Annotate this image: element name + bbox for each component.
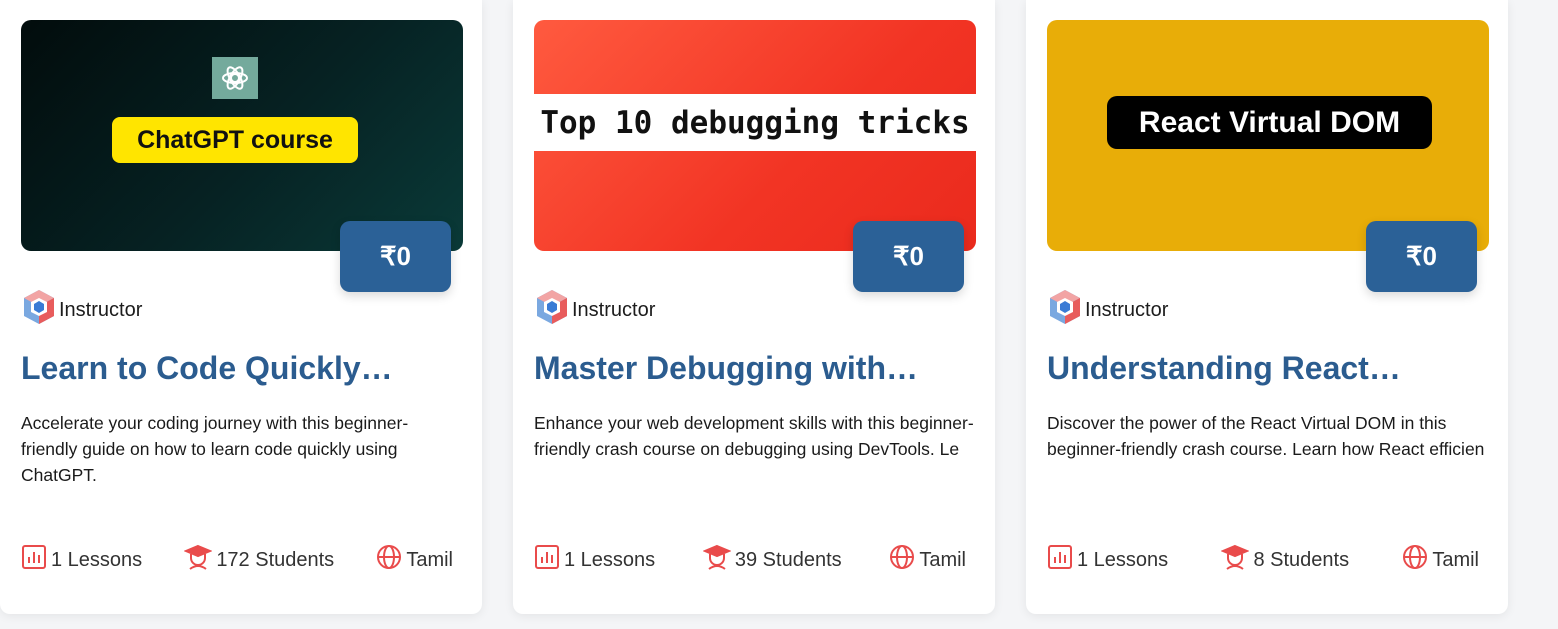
instructor-label: Instructor <box>59 298 143 321</box>
students-count: 8 Students <box>1220 543 1350 577</box>
course-description: Enhance your web development skills with… <box>534 413 974 459</box>
instructor-label: Instructor <box>1085 298 1169 321</box>
course-meta: 1 Lessons 39 Students Tamil <box>534 544 966 576</box>
students-label: 172 Students <box>216 548 335 571</box>
course-meta: 1 Lessons 8 Students Tamil <box>1047 544 1479 576</box>
globe-icon <box>1402 544 1428 576</box>
course-card[interactable]: Top 10 debugging tricks ₹0 Instructor Ma… <box>513 0 995 614</box>
openai-logo-icon <box>212 57 258 99</box>
language-label: Tamil <box>406 548 453 571</box>
course-thumbnail[interactable]: Top 10 debugging tricks <box>534 20 976 251</box>
thumbnail-caption: React Virtual DOM <box>1107 96 1432 149</box>
instructor-logo-icon <box>1047 288 1083 332</box>
instructor-logo-icon <box>21 288 57 332</box>
lessons-count: 1 Lessons <box>21 544 142 576</box>
bar-chart-icon <box>1047 544 1073 576</box>
course-meta: 1 Lessons 172 Students Tamil <box>21 544 453 576</box>
price-badge: ₹0 <box>853 221 964 292</box>
instructor-row[interactable]: Instructor <box>1047 290 1168 330</box>
lessons-label: 1 Lessons <box>564 548 656 571</box>
course-title[interactable]: Master Debugging with… <box>534 350 974 387</box>
graduate-icon <box>1220 543 1251 577</box>
bar-chart-icon <box>534 544 560 576</box>
course-card[interactable]: ChatGPT course ₹0 Instructor Learn to Co… <box>0 0 482 614</box>
lessons-count: 1 Lessons <box>534 544 655 576</box>
course-thumbnail[interactable]: ChatGPT course <box>21 20 463 251</box>
bar-chart-icon <box>21 544 47 576</box>
globe-icon <box>889 544 915 576</box>
price-badge: ₹0 <box>340 221 451 292</box>
language: Tamil <box>1402 544 1479 576</box>
instructor-row[interactable]: Instructor <box>21 290 142 330</box>
graduate-icon <box>183 543 213 577</box>
price-badge: ₹0 <box>1366 221 1477 292</box>
course-title[interactable]: Understanding React… <box>1047 350 1487 387</box>
students-label: 39 Students <box>734 548 842 571</box>
course-card[interactable]: React Virtual DOM ₹0 Instructor Understa… <box>1026 0 1508 614</box>
language-label: Tamil <box>919 548 966 571</box>
globe-icon <box>376 544 402 576</box>
course-thumbnail[interactable]: React Virtual DOM <box>1047 20 1489 251</box>
instructor-row[interactable]: Instructor <box>534 290 655 330</box>
students-label: 8 Students <box>1253 548 1350 571</box>
lessons-label: 1 Lessons <box>51 548 143 571</box>
instructor-label: Instructor <box>572 298 656 321</box>
lessons-label: 1 Lessons <box>1077 548 1169 571</box>
thumbnail-caption: ChatGPT course <box>112 117 358 163</box>
students-count: 39 Students <box>702 543 842 577</box>
students-count: 172 Students <box>183 543 335 577</box>
graduate-icon <box>702 543 732 577</box>
course-description: Discover the power of the React Virtual … <box>1047 413 1485 459</box>
thumbnail-caption: Top 10 debugging tricks <box>534 94 976 151</box>
language: Tamil <box>889 544 966 576</box>
course-description: Accelerate your coding journey with this… <box>21 413 409 485</box>
course-title[interactable]: Learn to Code Quickly… <box>21 350 461 387</box>
instructor-logo-icon <box>534 288 570 332</box>
language-label: Tamil <box>1432 548 1479 571</box>
language: Tamil <box>376 544 453 576</box>
lessons-count: 1 Lessons <box>1047 544 1168 576</box>
